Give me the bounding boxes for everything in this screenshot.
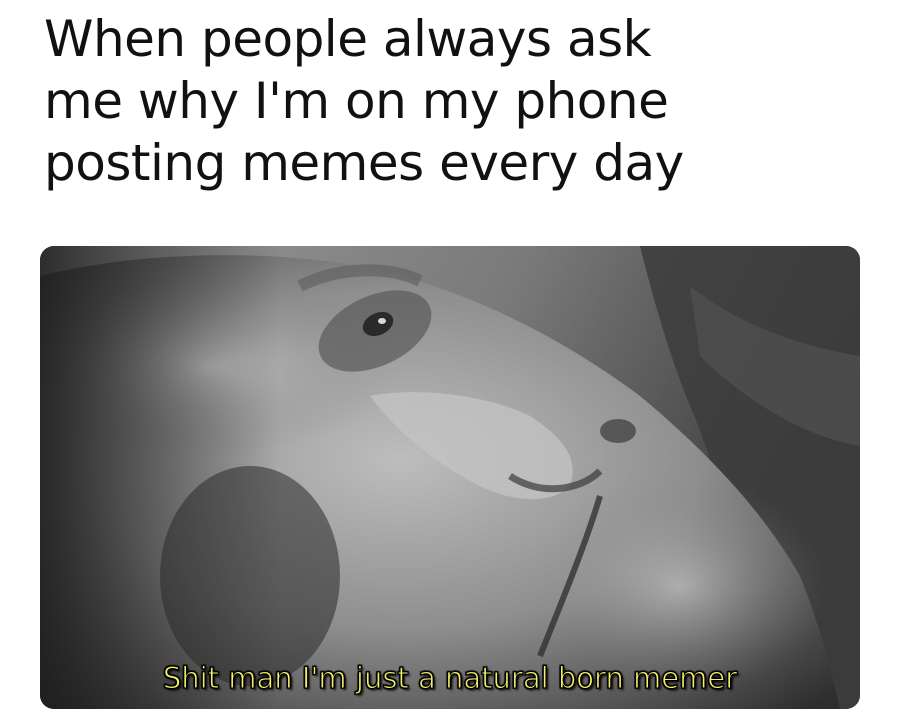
- man-face-illustration: [40, 246, 860, 709]
- meme-caption: When people always ask me why I'm on my …: [44, 8, 864, 194]
- meme-photo: Shit man I'm just a natural born memer: [40, 246, 860, 709]
- caption-line-1: When people always ask: [44, 10, 652, 68]
- caption-line-3: posting memes every day: [44, 134, 684, 192]
- movie-subtitle: Shit man I'm just a natural born memer: [162, 661, 738, 696]
- caption-line-2: me why I'm on my phone: [44, 72, 669, 130]
